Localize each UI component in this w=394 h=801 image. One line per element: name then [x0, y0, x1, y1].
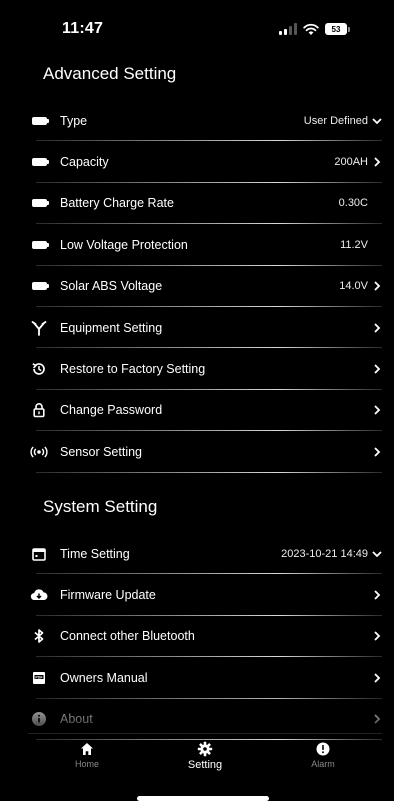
chevron-right-icon [372, 323, 382, 333]
setting-row-capacity[interactable]: Capacity 200AH [28, 141, 382, 184]
setting-value: User Defined [303, 114, 368, 127]
advanced-setting-list: Type User Defined Capacity 200AH Battery Cha… [28, 100, 382, 473]
setting-row-type[interactable]: Type User Defined [28, 100, 382, 142]
setting-label: About [60, 712, 93, 727]
tab-setting[interactable]: Setting [155, 734, 255, 787]
setting-label: Low Voltage Protection [60, 237, 188, 252]
setting-label: Type [60, 113, 88, 128]
setting-value: 14.0V [339, 280, 368, 293]
setting-label: Equipment Setting [60, 320, 163, 335]
cellular-signal-icon [279, 23, 297, 35]
setting-row-battery-charge-rate[interactable]: Battery Charge Rate 0.30C [28, 183, 382, 225]
chevron-right-icon [372, 447, 382, 457]
home-indicator[interactable] [137, 796, 269, 801]
cloud-download-icon [30, 586, 48, 604]
setting-value: 11.2V [340, 238, 368, 251]
battery-icon [30, 112, 49, 130]
bluetooth-icon [30, 627, 48, 645]
setting-label: Capacity [60, 155, 109, 170]
battery-icon [30, 194, 49, 212]
pdf-icon: PDF [30, 669, 48, 687]
battery-icon [30, 153, 49, 171]
home-icon [79, 741, 95, 757]
wifi-icon [303, 23, 319, 35]
system-setting-title: System Setting [43, 497, 158, 516]
chevron-right-icon [372, 714, 382, 724]
battery-icon [30, 277, 49, 295]
setting-label: Solar ABS Voltage [60, 279, 163, 294]
battery-level: 53 [325, 23, 347, 35]
restore-icon [30, 360, 48, 378]
chevron-down-icon [372, 549, 382, 559]
chevron-right-icon [372, 405, 382, 416]
svg-text:PDF: PDF [35, 675, 43, 679]
status-time: 11:47 [62, 20, 104, 37]
setting-row-connect-other-bluetooth[interactable]: Connect other Bluetooth [28, 616, 382, 658]
tab-label: Home [74, 759, 99, 769]
setting-row-low-voltage-protection[interactable]: Low Voltage Protection 11.2V [28, 224, 382, 266]
setting-label: Battery Charge Rate [60, 196, 174, 211]
tab-label: Alarm [311, 759, 335, 769]
info-icon [30, 710, 48, 728]
setting-label: Sensor Setting [60, 444, 142, 459]
chevron-right-icon [372, 281, 382, 291]
setting-label: Restore to Factory Setting [60, 362, 206, 377]
setting-row-solar-abs-voltage[interactable]: Solar ABS Voltage 14.0V [28, 266, 382, 308]
setting-row-firmware-update[interactable]: Firmware Update [28, 574, 382, 617]
chevron-right-icon [372, 157, 382, 167]
chevron-down-icon [372, 116, 382, 126]
setting-row-owners-manual[interactable]: PDF Owners Manual [28, 657, 382, 699]
setting-value: 0.30C [338, 197, 368, 210]
chevron-right-icon [372, 673, 382, 683]
tab-label: Setting [187, 759, 223, 771]
calendar-icon [30, 545, 48, 563]
chevron-right-icon [372, 364, 382, 374]
tab-alarm[interactable]: Alarm [273, 734, 373, 787]
sensor-icon [30, 443, 48, 461]
gear-icon [197, 741, 213, 757]
setting-row-restore-to-factory-setting[interactable]: Restore to Factory Setting [28, 348, 382, 391]
setting-row-change-password[interactable]: Change Password [28, 390, 382, 432]
advanced-setting-title: Advanced Setting [43, 64, 177, 83]
setting-value: 200AH [334, 156, 368, 169]
lock-icon [30, 401, 48, 419]
setting-row-sensor-setting[interactable]: Sensor Setting [28, 431, 382, 473]
setting-value: 2023-10-21 14:49 [281, 547, 368, 560]
setting-label: Connect other Bluetooth [60, 629, 195, 644]
chevron-right-icon [372, 631, 382, 642]
battery-status-icon: 53 [325, 23, 350, 35]
status-icons: 53 [279, 22, 350, 36]
setting-label: Firmware Update [60, 588, 156, 603]
chevron-right-icon [372, 590, 382, 600]
equipment-icon [30, 319, 48, 337]
status-bar: 11:47 53 [0, 0, 394, 58]
alert-icon [315, 741, 331, 757]
setting-label: Time Setting [60, 546, 130, 561]
setting-label: Owners Manual [60, 670, 148, 685]
setting-label: Change Password [60, 403, 163, 418]
tab-home[interactable]: Home [37, 734, 137, 787]
setting-row-equipment-setting[interactable]: Equipment Setting [28, 307, 382, 349]
system-setting-list: Time Setting 2023-10-21 14:49 Firmware Upd… [28, 533, 382, 741]
tab-bar: Home Setting Alarm [28, 733, 382, 787]
battery-icon [30, 236, 49, 254]
setting-row-time-setting[interactable]: Time Setting 2023-10-21 14:49 [28, 533, 382, 575]
